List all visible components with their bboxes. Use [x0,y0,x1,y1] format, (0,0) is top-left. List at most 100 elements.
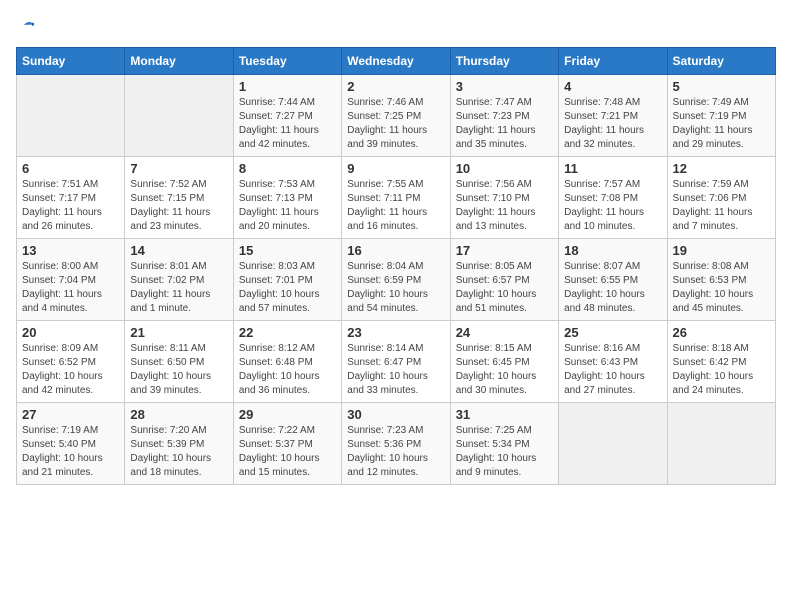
day-info: Sunrise: 7:44 AM Sunset: 7:27 PM Dayligh… [239,96,336,152]
weekday-header-monday: Monday [125,48,233,75]
calendar-cell [667,403,775,485]
calendar-cell: 2 Sunrise: 7:46 AM Sunset: 7:25 PM Daylig… [342,75,450,157]
day-info: Sunrise: 7:49 AM Sunset: 7:19 PM Dayligh… [673,96,770,152]
day-info: Sunrise: 8:11 AM Sunset: 6:50 PM Dayligh… [130,342,227,398]
weekday-header-row: SundayMondayTuesdayWednesdayThursdayFrid… [17,48,776,75]
day-number: 10 [456,161,553,176]
calendar-cell: 9 Sunrise: 7:55 AM Sunset: 7:11 PM Daylig… [342,157,450,239]
week-row-4: 20 Sunrise: 8:09 AM Sunset: 6:52 PM Dayli… [17,321,776,403]
day-number: 31 [456,407,553,422]
calendar-cell: 16 Sunrise: 8:04 AM Sunset: 6:59 PM Dayli… [342,239,450,321]
calendar-cell: 3 Sunrise: 7:47 AM Sunset: 7:23 PM Daylig… [450,75,558,157]
day-info: Sunrise: 7:48 AM Sunset: 7:21 PM Dayligh… [564,96,661,152]
day-info: Sunrise: 8:04 AM Sunset: 6:59 PM Dayligh… [347,260,444,316]
day-number: 28 [130,407,227,422]
day-number: 14 [130,243,227,258]
day-info: Sunrise: 8:14 AM Sunset: 6:47 PM Dayligh… [347,342,444,398]
calendar-cell: 5 Sunrise: 7:49 AM Sunset: 7:19 PM Daylig… [667,75,775,157]
day-info: Sunrise: 8:15 AM Sunset: 6:45 PM Dayligh… [456,342,553,398]
day-number: 30 [347,407,444,422]
day-info: Sunrise: 7:51 AM Sunset: 7:17 PM Dayligh… [22,178,119,234]
day-number: 6 [22,161,119,176]
calendar-cell: 12Sunrise: 7:59 AM Sunset: 7:06 PM Dayli… [667,157,775,239]
day-number: 16 [347,243,444,258]
weekday-header-wednesday: Wednesday [342,48,450,75]
calendar-cell [17,75,125,157]
day-info: Sunrise: 7:19 AM Sunset: 5:40 PM Dayligh… [22,424,119,480]
calendar-cell: 10 Sunrise: 7:56 AM Sunset: 7:10 PM Dayli… [450,157,558,239]
calendar-cell: 6 Sunrise: 7:51 AM Sunset: 7:17 PM Daylig… [17,157,125,239]
calendar-cell: 1Sunrise: 7:44 AM Sunset: 7:27 PM Daylig… [233,75,341,157]
day-info: Sunrise: 8:08 AM Sunset: 6:53 PM Dayligh… [673,260,770,316]
calendar-cell: 19 Sunrise: 8:08 AM Sunset: 6:53 PM Dayli… [667,239,775,321]
day-info: Sunrise: 8:09 AM Sunset: 6:52 PM Dayligh… [22,342,119,398]
day-info: Sunrise: 8:12 AM Sunset: 6:48 PM Dayligh… [239,342,336,398]
calendar-cell [559,403,667,485]
day-info: Sunrise: 7:22 AM Sunset: 5:37 PM Dayligh… [239,424,336,480]
day-number: 23 [347,325,444,340]
logo-bird-icon [18,19,36,37]
calendar-cell: 27 Sunrise: 7:19 AM Sunset: 5:40 PM Dayli… [17,403,125,485]
day-number: 19 [673,243,770,258]
day-info: Sunrise: 8:18 AM Sunset: 6:42 PM Dayligh… [673,342,770,398]
day-info: Sunrise: 7:53 AM Sunset: 7:13 PM Dayligh… [239,178,336,234]
calendar-cell: 31 Sunrise: 7:25 AM Sunset: 5:34 PM Dayli… [450,403,558,485]
calendar-cell [125,75,233,157]
calendar-cell: 22 Sunrise: 8:12 AM Sunset: 6:48 PM Dayli… [233,321,341,403]
day-number: 22 [239,325,336,340]
day-number: 11 [564,161,661,176]
day-number: 9 [347,161,444,176]
day-number: 24 [456,325,553,340]
week-row-2: 6 Sunrise: 7:51 AM Sunset: 7:17 PM Daylig… [17,157,776,239]
week-row-1: 1Sunrise: 7:44 AM Sunset: 7:27 PM Daylig… [17,75,776,157]
day-number: 25 [564,325,661,340]
day-number: 17 [456,243,553,258]
weekday-header-saturday: Saturday [667,48,775,75]
calendar-cell: 24 Sunrise: 8:15 AM Sunset: 6:45 PM Dayli… [450,321,558,403]
calendar-cell: 7Sunrise: 7:52 AM Sunset: 7:15 PM Daylig… [125,157,233,239]
day-info: Sunrise: 7:55 AM Sunset: 7:11 PM Dayligh… [347,178,444,234]
calendar-cell: 20 Sunrise: 8:09 AM Sunset: 6:52 PM Dayli… [17,321,125,403]
calendar-cell: 23 Sunrise: 8:14 AM Sunset: 6:47 PM Dayli… [342,321,450,403]
day-number: 20 [22,325,119,340]
calendar-cell: 11 Sunrise: 7:57 AM Sunset: 7:08 PM Dayli… [559,157,667,239]
calendar-cell: 17 Sunrise: 8:05 AM Sunset: 6:57 PM Dayli… [450,239,558,321]
day-info: Sunrise: 7:56 AM Sunset: 7:10 PM Dayligh… [456,178,553,234]
day-number: 8 [239,161,336,176]
calendar-cell: 30 Sunrise: 7:23 AM Sunset: 5:36 PM Dayli… [342,403,450,485]
day-number: 27 [22,407,119,422]
day-info: Sunrise: 8:03 AM Sunset: 7:01 PM Dayligh… [239,260,336,316]
calendar-cell: 15Sunrise: 8:03 AM Sunset: 7:01 PM Dayli… [233,239,341,321]
calendar-cell: 29 Sunrise: 7:22 AM Sunset: 5:37 PM Dayli… [233,403,341,485]
day-info: Sunrise: 7:20 AM Sunset: 5:39 PM Dayligh… [130,424,227,480]
calendar-cell: 14 Sunrise: 8:01 AM Sunset: 7:02 PM Dayli… [125,239,233,321]
day-info: Sunrise: 8:00 AM Sunset: 7:04 PM Dayligh… [22,260,119,316]
day-info: Sunrise: 8:07 AM Sunset: 6:55 PM Dayligh… [564,260,661,316]
weekday-header-sunday: Sunday [17,48,125,75]
day-number: 3 [456,79,553,94]
day-info: Sunrise: 7:23 AM Sunset: 5:36 PM Dayligh… [347,424,444,480]
day-info: Sunrise: 7:25 AM Sunset: 5:34 PM Dayligh… [456,424,553,480]
day-info: Sunrise: 7:47 AM Sunset: 7:23 PM Dayligh… [456,96,553,152]
week-row-3: 13Sunrise: 8:00 AM Sunset: 7:04 PM Dayli… [17,239,776,321]
calendar-cell: 21Sunrise: 8:11 AM Sunset: 6:50 PM Dayli… [125,321,233,403]
day-info: Sunrise: 7:46 AM Sunset: 7:25 PM Dayligh… [347,96,444,152]
day-info: Sunrise: 8:01 AM Sunset: 7:02 PM Dayligh… [130,260,227,316]
calendar-cell: 13Sunrise: 8:00 AM Sunset: 7:04 PM Dayli… [17,239,125,321]
calendar-cell: 26Sunrise: 8:18 AM Sunset: 6:42 PM Dayli… [667,321,775,403]
weekday-header-friday: Friday [559,48,667,75]
day-info: Sunrise: 8:05 AM Sunset: 6:57 PM Dayligh… [456,260,553,316]
day-number: 4 [564,79,661,94]
day-number: 29 [239,407,336,422]
calendar-cell: 18Sunrise: 8:07 AM Sunset: 6:55 PM Dayli… [559,239,667,321]
logo-general [16,16,36,37]
day-info: Sunrise: 8:16 AM Sunset: 6:43 PM Dayligh… [564,342,661,398]
day-info: Sunrise: 7:52 AM Sunset: 7:15 PM Dayligh… [130,178,227,234]
week-row-5: 27 Sunrise: 7:19 AM Sunset: 5:40 PM Dayli… [17,403,776,485]
calendar-cell: 4 Sunrise: 7:48 AM Sunset: 7:21 PM Daylig… [559,75,667,157]
page-header [16,16,776,37]
weekday-header-thursday: Thursday [450,48,558,75]
day-number: 2 [347,79,444,94]
day-number: 5 [673,79,770,94]
day-info: Sunrise: 7:57 AM Sunset: 7:08 PM Dayligh… [564,178,661,234]
